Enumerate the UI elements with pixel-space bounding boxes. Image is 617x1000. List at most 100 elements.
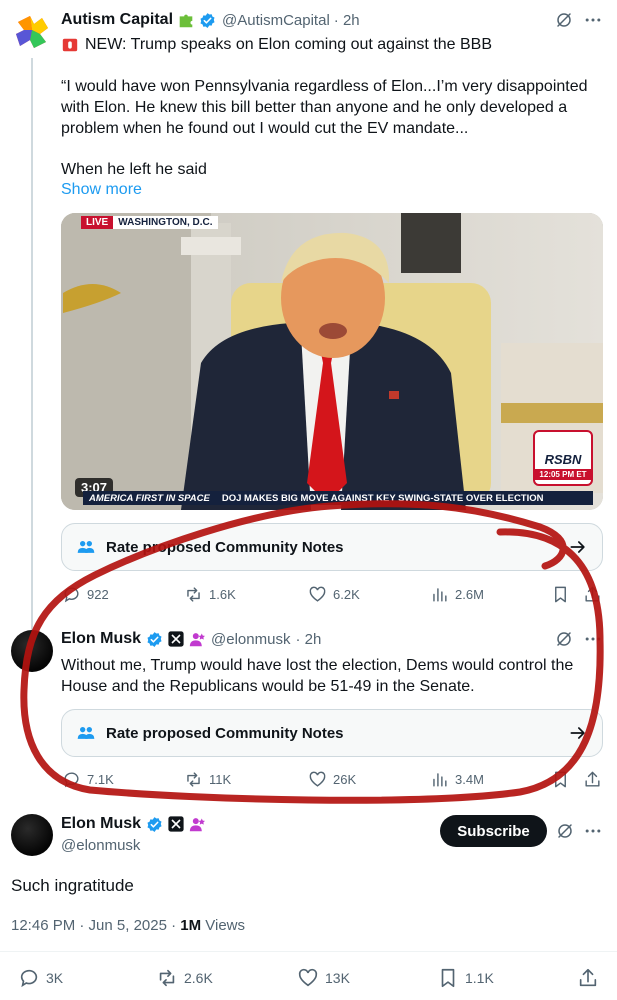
like-count: 13K [325, 970, 350, 986]
headline: NEW: Trump speaks on Elon coming out aga… [85, 36, 493, 53]
author-name[interactable]: Autism Capital [61, 11, 173, 29]
views-count: 1M [180, 917, 202, 934]
like-count: 6.2K [333, 587, 360, 602]
bookmark-button[interactable]: 1.1K [437, 967, 494, 989]
show-more-link[interactable]: Show more [61, 181, 142, 199]
arrow-right-icon [570, 541, 585, 553]
grok-icon[interactable] [556, 822, 574, 840]
verified-badge-icon[interactable] [199, 12, 216, 29]
location-label: WASHINGTON, D.C. [113, 216, 218, 229]
like-button[interactable]: 13K [297, 967, 350, 989]
x-affiliate-icon[interactable] [168, 631, 184, 647]
thread-line [31, 58, 33, 630]
verified-badge-icon[interactable] [146, 631, 163, 648]
grok-icon[interactable] [555, 11, 573, 29]
quote-line: When he left he said [61, 161, 207, 178]
community-notes-label: Rate proposed Community Notes [106, 538, 344, 556]
repost-count: 11K [209, 772, 232, 787]
share-icon[interactable] [583, 585, 602, 604]
more-options-icon[interactable] [583, 10, 603, 30]
heart-icon [309, 771, 326, 787]
avatar[interactable] [11, 630, 53, 672]
views-count: 3.4M [455, 772, 484, 787]
community-notes-label: Rate proposed Community Notes [106, 724, 344, 742]
tweet-meta: 12:46 PM · Jun 5, 2025 · 1M Views [11, 917, 245, 934]
heart-icon [298, 968, 318, 987]
video-player[interactable]: LIVE WASHINGTON, D.C. RSBN 12:05 PM ET 3… [61, 213, 603, 510]
ticker-left: AMERICA FIRST IN SPACE [89, 492, 210, 504]
views-chart-icon [433, 588, 447, 602]
tweet-text: Without me, Trump would have lost the el… [61, 657, 574, 674]
views-count: 2.6M [455, 587, 484, 602]
author-name[interactable]: Elon Musk [61, 630, 141, 648]
share-icon[interactable] [577, 967, 599, 989]
views-chart-icon [433, 773, 447, 787]
network-time: 12:05 PM ET [535, 469, 591, 480]
repost-button[interactable]: 1.6K [184, 585, 236, 604]
reply-icon [64, 772, 79, 788]
bookmark-icon [441, 968, 455, 988]
siren-icon [62, 38, 78, 52]
bookmark-count: 1.1K [465, 970, 494, 986]
live-badge: LIVE [81, 216, 114, 229]
like-button[interactable]: 6.2K [308, 585, 360, 604]
ticker-right: DOJ MAKES BIG MOVE AGAINST KEY SWING-STA… [221, 492, 544, 504]
handle[interactable]: @AutismCapital [222, 12, 330, 29]
repost-icon [187, 587, 200, 602]
reply-count: 3K [46, 970, 64, 986]
repost-button[interactable]: 11K [184, 770, 231, 789]
timestamp[interactable]: · 2h [334, 12, 360, 29]
reply-button[interactable]: 922 [62, 585, 109, 604]
subscribe-button[interactable]: Subscribe [440, 815, 547, 847]
repost-count: 1.6K [209, 587, 236, 602]
repost-icon [187, 772, 200, 787]
bookmark-icon[interactable] [551, 585, 570, 604]
podcast-host-icon [189, 817, 205, 831]
reply-count: 7.1K [87, 772, 114, 787]
handle[interactable]: @elonmusk [61, 837, 140, 854]
community-notes-button[interactable]: Rate proposed Community Notes [61, 523, 603, 571]
divider [0, 951, 617, 952]
community-notes-icon [77, 541, 95, 553]
reply-button[interactable]: 7.1K [62, 770, 114, 789]
timestamp[interactable]: · 2h [295, 631, 321, 648]
tweet-text: Such ingratitude [11, 876, 134, 895]
quote-line: “I would have won Pennsylvania regardles… [61, 78, 588, 95]
avatar[interactable] [11, 814, 53, 856]
views-label: Views [201, 917, 246, 934]
reply-count: 922 [87, 587, 109, 602]
reply-icon [20, 969, 38, 988]
avatar[interactable] [12, 12, 52, 52]
views-button[interactable]: 3.4M [430, 770, 484, 789]
author-name[interactable]: Elon Musk [61, 815, 141, 833]
x-affiliate-icon[interactable] [168, 816, 184, 832]
reply-button[interactable]: 3K [18, 967, 63, 989]
like-button[interactable]: 26K [308, 770, 356, 789]
network-logo: RSBN [544, 452, 582, 467]
community-notes-icon [77, 727, 95, 739]
repost-count: 2.6K [184, 970, 213, 986]
puzzle-emoji-icon [179, 14, 193, 28]
heart-icon [309, 586, 326, 602]
grok-icon[interactable] [555, 630, 573, 648]
reply-icon [64, 587, 79, 603]
verified-badge-icon[interactable] [146, 816, 163, 833]
repost-button[interactable]: 2.6K [156, 967, 213, 989]
podcast-host-icon [189, 632, 205, 646]
arrow-right-icon [570, 727, 585, 739]
community-notes-button[interactable]: Rate proposed Community Notes [61, 709, 603, 757]
more-options-icon[interactable] [583, 821, 603, 841]
share-icon[interactable] [583, 770, 602, 789]
bookmark-icon[interactable] [551, 770, 570, 789]
timestamp[interactable]: 12:46 PM · Jun 5, 2025 · [11, 917, 180, 934]
like-count: 26K [333, 772, 357, 787]
repost-icon [159, 969, 175, 987]
quote-line: problem when he found out I would cut th… [61, 120, 469, 137]
puzzle-logo-icon [16, 16, 48, 48]
video-frame [61, 213, 603, 510]
views-button[interactable]: 2.6M [430, 585, 484, 604]
tweet-text: House and the Republicans would be 51-49… [61, 678, 475, 695]
handle[interactable]: @elonmusk [211, 631, 290, 648]
more-options-icon[interactable] [583, 629, 603, 649]
quote-line: with Elon. He knew this bill better than… [61, 99, 568, 116]
